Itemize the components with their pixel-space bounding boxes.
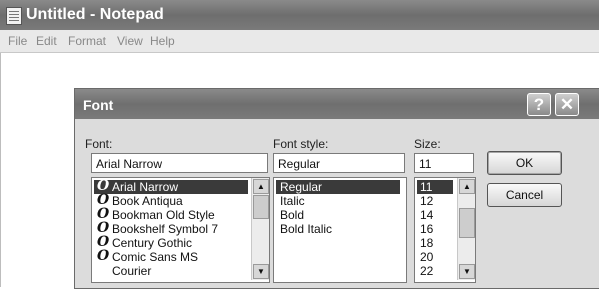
font-list-item[interactable]: O Comic Sans MS <box>94 248 248 264</box>
font-list-item[interactable]: O Bookman Old Style <box>94 206 248 222</box>
scroll-down-icon[interactable]: ▼ <box>253 264 269 279</box>
font-list-scrollbar[interactable]: ▲ ▼ <box>251 178 269 280</box>
font-style-item[interactable]: Regular <box>276 180 400 194</box>
font-list[interactable]: O Arial Narrow O Book Antiqua O Bookman … <box>91 177 270 283</box>
font-style-item[interactable]: Bold <box>276 208 304 222</box>
font-dialog-title-bar[interactable]: Font ? ✕ <box>75 89 599 119</box>
scroll-up-icon[interactable]: ▲ <box>253 179 269 194</box>
font-type-icon: O <box>97 220 110 236</box>
font-list-item[interactable]: O Book Antiqua <box>94 192 248 208</box>
size-label: Size: <box>414 137 441 151</box>
font-list-item[interactable]: O Arial Narrow <box>94 178 248 194</box>
font-dialog-title: Font <box>83 97 114 113</box>
notepad-title-bar[interactable]: Untitled - Notepad <box>0 0 599 30</box>
font-label: Font: <box>85 137 113 151</box>
scroll-thumb[interactable] <box>459 208 475 238</box>
notepad-title: Untitled - Notepad <box>26 6 164 23</box>
font-name-input[interactable]: Arial Narrow <box>91 153 268 173</box>
size-list-scrollbar[interactable]: ▲ ▼ <box>457 178 475 280</box>
font-type-icon: O <box>97 206 110 222</box>
font-style-item[interactable]: Bold Italic <box>276 222 332 236</box>
ok-button[interactable]: OK <box>487 151 562 175</box>
cancel-button[interactable]: Cancel <box>487 183 562 207</box>
size-item[interactable]: 20 <box>417 250 433 264</box>
menu-bar: File Edit Format View Help <box>0 30 599 53</box>
menu-edit[interactable]: Edit <box>36 34 57 48</box>
font-style-label: Font style: <box>273 137 329 151</box>
font-style-list[interactable]: Regular Italic Bold Bold Italic <box>273 177 407 283</box>
font-list-item[interactable]: O Century Gothic <box>94 234 248 250</box>
menu-file[interactable]: File <box>8 34 27 48</box>
size-item[interactable]: 18 <box>417 236 433 250</box>
font-type-icon: O <box>97 178 110 194</box>
help-button[interactable]: ? <box>527 93 551 116</box>
font-style-item[interactable]: Italic <box>276 194 305 208</box>
font-type-icon: O <box>97 192 110 208</box>
scroll-up-icon[interactable]: ▲ <box>459 179 475 194</box>
font-list-item[interactable]: Courier <box>94 264 248 278</box>
size-input[interactable]: 11 <box>414 153 474 173</box>
font-list-item[interactable]: O Bookshelf Symbol 7 <box>94 220 248 236</box>
close-button[interactable]: ✕ <box>555 93 579 116</box>
font-style-input[interactable]: Regular <box>273 153 405 173</box>
size-item[interactable]: 12 <box>417 194 433 208</box>
size-item[interactable]: 16 <box>417 222 433 236</box>
size-list[interactable]: 11 12 14 16 18 20 22 ▲ ▼ <box>414 177 476 283</box>
menu-help[interactable]: Help <box>150 34 175 48</box>
font-type-icon: O <box>97 234 110 250</box>
size-item[interactable]: 14 <box>417 208 433 222</box>
menu-view[interactable]: View <box>117 34 143 48</box>
size-item[interactable]: 22 <box>417 264 433 278</box>
font-type-icon: O <box>97 248 110 264</box>
scroll-thumb[interactable] <box>253 195 269 219</box>
size-item[interactable]: 11 <box>417 180 453 194</box>
menu-format[interactable]: Format <box>68 34 106 48</box>
scroll-down-icon[interactable]: ▼ <box>459 264 475 279</box>
font-dialog: Font ? ✕ Font: Arial Narrow O Arial Narr… <box>74 88 599 289</box>
notepad-icon <box>6 7 22 25</box>
